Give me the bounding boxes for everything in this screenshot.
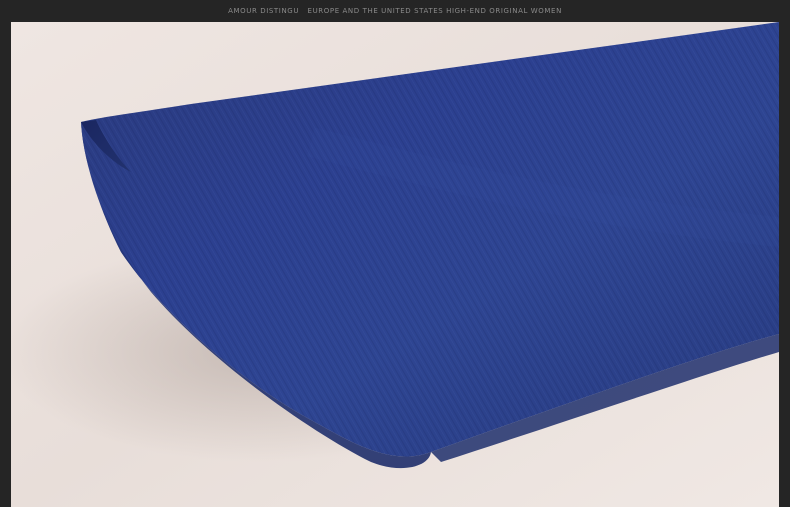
header-spacer xyxy=(299,7,307,15)
fabric-sleeve-photo xyxy=(11,22,779,507)
header-tagline: EUROPE AND THE UNITED STATES HIGH-END OR… xyxy=(307,7,562,15)
header-brand: AMOUR DISTINGU xyxy=(228,7,300,15)
product-photo xyxy=(11,22,779,507)
brand-header: AMOUR DISTINGU EUROPE AND THE UNITED STA… xyxy=(0,0,790,22)
product-detail-page: AMOUR DISTINGU EUROPE AND THE UNITED STA… xyxy=(0,0,790,507)
